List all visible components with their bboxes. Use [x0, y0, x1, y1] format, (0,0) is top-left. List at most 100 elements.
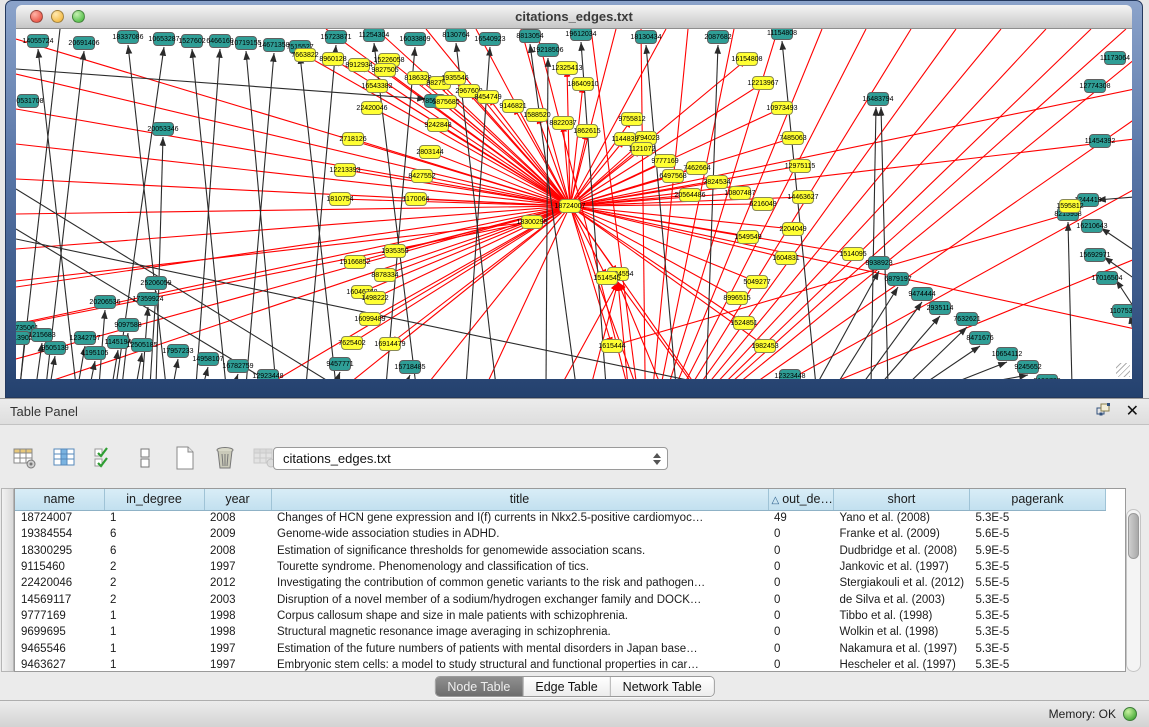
memory-ok-indicator-icon[interactable]: [1123, 707, 1137, 721]
graph-node[interactable]: 9457771: [329, 357, 351, 371]
column-header-pagerank[interactable]: pagerank: [969, 489, 1105, 510]
scrollbar-thumb[interactable]: [1128, 513, 1139, 559]
graph-node[interactable]: 12923448: [257, 369, 279, 379]
resize-grip[interactable]: [1116, 363, 1130, 377]
graph-node[interactable]: 8938923: [868, 256, 890, 270]
graph-node[interactable]: 2803144: [419, 145, 441, 159]
graph-node[interactable]: 6466160: [209, 34, 231, 48]
graph-node[interactable]: 10807487: [729, 186, 751, 200]
graph-node[interactable]: 8960128: [322, 52, 344, 66]
graph-node[interactable]: 1170064: [405, 192, 427, 206]
graph-node[interactable]: 8822037: [552, 116, 574, 130]
graph-node[interactable]: 19166852: [344, 255, 366, 269]
table-row[interactable]: 1456911722003Disruption of a novel membe…: [15, 591, 1105, 607]
table-row[interactable]: 911546021997Tourette syndrome. Phenomeno…: [15, 559, 1105, 575]
table-row[interactable]: 2242004622012Investigating the contribut…: [15, 575, 1105, 591]
graph-node[interactable]: 10654112: [996, 347, 1018, 361]
graph-node[interactable]: 16543382: [366, 79, 388, 93]
zoom-window-button[interactable]: [72, 10, 85, 23]
row-height-icon[interactable]: [132, 445, 158, 471]
graph-node[interactable]: 1982453: [754, 339, 776, 353]
graph-node[interactable]: 22420046: [361, 101, 383, 115]
graph-node[interactable]: 9245652: [1017, 360, 1039, 374]
graph-node[interactable]: 12213967: [752, 76, 774, 90]
graph-node[interactable]: 12342757: [74, 331, 96, 345]
graph-node[interactable]: 8912934: [348, 58, 370, 72]
table-row[interactable]: 977716911998Corpus callosum shape and si…: [15, 608, 1105, 624]
graph-node[interactable]: 7485063: [782, 131, 804, 145]
show-columns-icon[interactable]: [52, 445, 78, 471]
graph-node[interactable]: 2935114: [929, 301, 951, 315]
graph-node[interactable]: 7462664: [686, 161, 708, 175]
graph-node[interactable]: 8427552: [411, 169, 433, 183]
graph-node[interactable]: 12323448: [779, 369, 801, 379]
graph-node[interactable]: 20564486: [679, 188, 701, 202]
graph-node[interactable]: 9097588: [117, 318, 139, 332]
graph-node[interactable]: 8130764: [445, 29, 467, 42]
graph-node[interactable]: 17359924: [137, 292, 159, 306]
vertical-scrollbar[interactable]: [1126, 509, 1141, 672]
table-row[interactable]: 946554611997Estimation of the future num…: [15, 640, 1105, 656]
graph-node[interactable]: 16914479: [379, 337, 401, 351]
graph-node[interactable]: 1604831: [775, 251, 797, 265]
table-row[interactable]: 969969511998Structural magnetic resonanc…: [15, 624, 1105, 640]
graph-node[interactable]: 17957233: [167, 344, 189, 358]
graph-node[interactable]: 18337086: [117, 30, 139, 44]
delete-table-icon[interactable]: [212, 445, 238, 471]
graph-node[interactable]: 12325413: [556, 61, 578, 75]
graph-node[interactable]: 20691406: [73, 36, 95, 50]
graph-node[interactable]: 11254304: [363, 29, 385, 42]
graph-node[interactable]: 19612034: [570, 29, 592, 41]
graph-node[interactable]: 10719155: [235, 36, 257, 50]
graph-node[interactable]: 1107533: [1112, 304, 1132, 318]
graph-node[interactable]: 11454392: [1089, 134, 1111, 148]
graph-node[interactable]: 9777169: [654, 154, 676, 168]
graph-node[interactable]: 12975115: [789, 159, 811, 173]
graph-node[interactable]: 20531708: [17, 94, 39, 108]
graph-node[interactable]: 9242848: [427, 118, 449, 132]
create-table-icon[interactable]: [172, 445, 198, 471]
graph-node[interactable]: 9505139: [44, 341, 66, 355]
column-header-short[interactable]: short: [833, 489, 969, 510]
tab-edge-table[interactable]: Edge Table: [522, 677, 609, 696]
table-row[interactable]: 1830029562008Estimation of significance …: [15, 543, 1105, 559]
minimize-window-button[interactable]: [51, 10, 64, 23]
graph-node[interactable]: 14671358: [263, 38, 285, 52]
table-row[interactable]: 1872400712008Changes of HCN gene express…: [15, 510, 1105, 526]
graph-node[interactable]: 16483794: [867, 92, 889, 106]
graph-node[interactable]: 1121072: [631, 142, 653, 156]
column-header-in_degree[interactable]: in_degree: [104, 489, 204, 510]
graph-node[interactable]: 6216049: [752, 197, 774, 211]
window-titlebar[interactable]: citations_edges.txt: [16, 5, 1132, 29]
graph-node[interactable]: 9827505: [374, 63, 396, 77]
graph-node[interactable]: 8471676: [969, 331, 991, 345]
graph-node[interactable]: 7625402: [341, 336, 363, 350]
graph-node[interactable]: 5049277: [746, 275, 768, 289]
table-row[interactable]: 1938455462009Genome-wide association stu…: [15, 526, 1105, 542]
graph-node[interactable]: 5875685: [435, 95, 457, 109]
graph-node[interactable]: 9198723: [1036, 374, 1058, 379]
graph-node[interactable]: 18300295: [521, 215, 543, 229]
graph-node[interactable]: 8996515: [726, 291, 748, 305]
tab-node-table[interactable]: Node Table: [435, 677, 522, 696]
graph-node[interactable]: 10653287: [153, 32, 175, 46]
column-header-name[interactable]: name: [15, 489, 104, 510]
graph-node[interactable]: 12774308: [1084, 79, 1106, 93]
graph-node[interactable]: 19218506: [537, 43, 559, 57]
graph-node[interactable]: 11173064: [1104, 51, 1126, 65]
column-header-title[interactable]: title: [271, 489, 768, 510]
graph-node[interactable]: 1215683: [31, 328, 53, 342]
graph-node[interactable]: 1595812: [1059, 199, 1081, 213]
graph-node[interactable]: 1524851: [733, 316, 755, 330]
graph-node[interactable]: 1549549: [737, 230, 759, 244]
network-canvas[interactable]: 1405572420691406183370861065328715276026…: [16, 29, 1132, 379]
graph-node[interactable]: 8813054: [519, 29, 541, 43]
graph-node[interactable]: 1514545: [596, 271, 618, 285]
graph-node[interactable]: 6879197: [887, 272, 909, 286]
graph-node[interactable]: 1862615: [576, 124, 598, 138]
graph-node[interactable]: 12213393: [334, 163, 356, 177]
graph-node[interactable]: 12505185: [131, 338, 153, 352]
graph-node[interactable]: 7663822: [294, 48, 316, 62]
graph-node[interactable]: 2087682: [707, 30, 729, 44]
graph-node[interactable]: 16033809: [404, 32, 426, 46]
